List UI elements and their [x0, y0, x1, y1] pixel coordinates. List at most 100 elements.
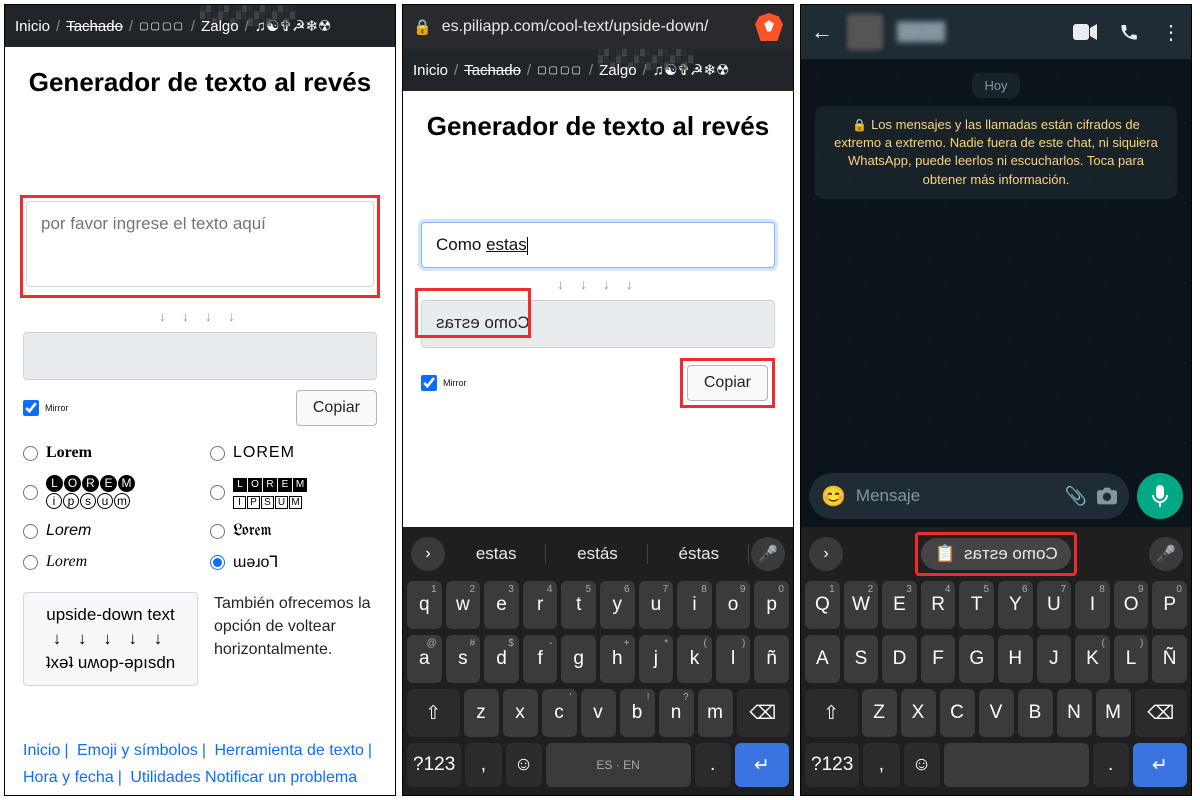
copy-button[interactable]: Copiar — [687, 365, 768, 401]
crumb-home[interactable]: Inicio — [413, 62, 448, 79]
browser-urlbar[interactable]: 🔒 es.piliapp.com/cool-text/upside-down/ — [403, 5, 793, 49]
key-c[interactable]: C — [940, 689, 975, 737]
key-a[interactable]: A — [805, 635, 840, 683]
kb-expand-icon[interactable]: › — [809, 537, 843, 571]
kb-expand-icon[interactable]: › — [411, 537, 445, 571]
comma-key[interactable]: , — [465, 743, 501, 787]
space-key[interactable] — [944, 743, 1089, 787]
footer-emoji[interactable]: Emoji y símbolos — [77, 742, 198, 759]
backspace-key[interactable]: ⌫ — [1135, 689, 1188, 737]
key-n[interactable]: N — [1057, 689, 1092, 737]
dot-key[interactable]: . — [1093, 743, 1129, 787]
key-x[interactable]: x — [503, 689, 538, 737]
mic-icon[interactable]: 🎤 — [1149, 537, 1183, 571]
key-y[interactable]: y6 — [600, 581, 635, 629]
key-d[interactable]: D — [882, 635, 917, 683]
key-o[interactable]: o9 — [716, 581, 751, 629]
radio-lorem-5[interactable]: Lorem — [23, 522, 190, 540]
mirror-checkbox[interactable] — [421, 375, 437, 391]
backspace-key[interactable]: ⌫ — [737, 689, 790, 737]
key-p[interactable]: p0 — [754, 581, 789, 629]
key-s[interactable]: s# — [446, 635, 481, 683]
key-t[interactable]: T5 — [959, 581, 994, 629]
key-u[interactable]: u7 — [639, 581, 674, 629]
key-h[interactable]: H — [998, 635, 1033, 683]
space-key[interactable]: ES · EN — [546, 743, 691, 787]
avatar[interactable] — [847, 14, 883, 50]
radio-lorem-7[interactable]: Lorem — [23, 552, 190, 572]
suggestion-3[interactable]: éstas — [650, 544, 749, 564]
message-input[interactable]: 😊 Mensaje 📎 — [809, 473, 1129, 519]
crumb-home[interactable]: Inicio — [15, 18, 50, 35]
key-y[interactable]: Y6 — [998, 581, 1033, 629]
emoji-key[interactable]: ☺ — [506, 743, 542, 787]
key-f[interactable]: f- — [523, 635, 558, 683]
key-m[interactable]: m — [698, 689, 733, 737]
key-s[interactable]: S — [844, 635, 879, 683]
key-k[interactable]: k( — [677, 635, 712, 683]
key-u[interactable]: U7 — [1037, 581, 1072, 629]
input-textarea[interactable] — [26, 201, 374, 287]
footer-inicio[interactable]: Inicio — [23, 742, 60, 759]
key-x[interactable]: X — [901, 689, 936, 737]
key-v[interactable]: v — [581, 689, 616, 737]
key-r[interactable]: R4 — [921, 581, 956, 629]
videocall-icon[interactable] — [1073, 24, 1097, 40]
radio-lorem-1[interactable]: Lorem — [23, 444, 190, 462]
key-i[interactable]: i8 — [677, 581, 712, 629]
footer-time[interactable]: Hora y fecha — [23, 769, 114, 786]
key-l[interactable]: l) — [716, 635, 751, 683]
radio-lorem-4[interactable]: LOREMIPSUM — [210, 474, 377, 510]
key-t[interactable]: t5 — [561, 581, 596, 629]
camera-icon[interactable] — [1097, 487, 1117, 505]
dot-key[interactable]: . — [695, 743, 731, 787]
emoji-key[interactable]: ☺ — [904, 743, 940, 787]
radio-lorem-6[interactable]: Lorem — [210, 522, 377, 540]
input-textarea[interactable]: Como estas — [421, 222, 775, 268]
key-n[interactable]: n? — [659, 689, 694, 737]
key-d[interactable]: d$ — [484, 635, 519, 683]
shift-key[interactable]: ⇧ — [805, 689, 858, 737]
key-p[interactable]: P0 — [1152, 581, 1187, 629]
comma-key[interactable]: , — [863, 743, 899, 787]
key-g[interactable]: g — [561, 635, 596, 683]
key-ñ[interactable]: ñ — [754, 635, 789, 683]
mic-button[interactable] — [1137, 473, 1183, 519]
radio-lorem-3[interactable]: LOREMipsum — [23, 474, 190, 510]
key-v[interactable]: V — [979, 689, 1014, 737]
brave-icon[interactable] — [755, 13, 783, 41]
contact-name[interactable]: ████ — [897, 22, 1051, 42]
key-o[interactable]: O9 — [1114, 581, 1149, 629]
key-w[interactable]: w2 — [446, 581, 481, 629]
key-w[interactable]: W2 — [844, 581, 879, 629]
crumb-squares[interactable]: ▢▢▢▢ — [139, 21, 185, 32]
key-f[interactable]: F — [921, 635, 956, 683]
key-r[interactable]: r4 — [523, 581, 558, 629]
call-icon[interactable] — [1119, 22, 1139, 42]
suggestion-2[interactable]: estás — [548, 544, 647, 564]
emoji-icon[interactable]: 😊 — [821, 484, 846, 509]
mirror-checkbox[interactable] — [23, 400, 39, 416]
crumb-zalgo[interactable]: Zalgo — [599, 62, 637, 79]
key-k[interactable]: K( — [1075, 635, 1110, 683]
key-z[interactable]: Z — [862, 689, 897, 737]
radio-lorem-8[interactable]: ɯǝɹo⅂ — [210, 552, 377, 572]
key-l[interactable]: L) — [1114, 635, 1149, 683]
menu-icon[interactable]: ⋮ — [1161, 20, 1181, 45]
key-z[interactable]: z — [464, 689, 499, 737]
key-q[interactable]: Q1 — [805, 581, 840, 629]
key-i[interactable]: I8 — [1075, 581, 1110, 629]
key-q[interactable]: q1 — [407, 581, 442, 629]
mic-icon[interactable]: 🎤 — [751, 537, 785, 571]
crumb-squares[interactable]: ▢▢▢▢ — [537, 65, 583, 76]
footer-util[interactable]: Utilidades Notificar un problema — [130, 769, 357, 786]
key-b[interactable]: b! — [620, 689, 655, 737]
shift-key[interactable]: ⇧ — [407, 689, 460, 737]
crumb-tachado[interactable]: Tachado — [464, 62, 521, 79]
clipboard-suggestion[interactable]: 📋 Como esтas — [921, 538, 1072, 570]
key-m[interactable]: M — [1096, 689, 1131, 737]
radio-lorem-2[interactable]: LOREM — [210, 444, 377, 462]
footer-tool[interactable]: Herramienta de texto — [215, 742, 364, 759]
copy-button[interactable]: Copiar — [296, 390, 377, 426]
key-j[interactable]: J — [1037, 635, 1072, 683]
